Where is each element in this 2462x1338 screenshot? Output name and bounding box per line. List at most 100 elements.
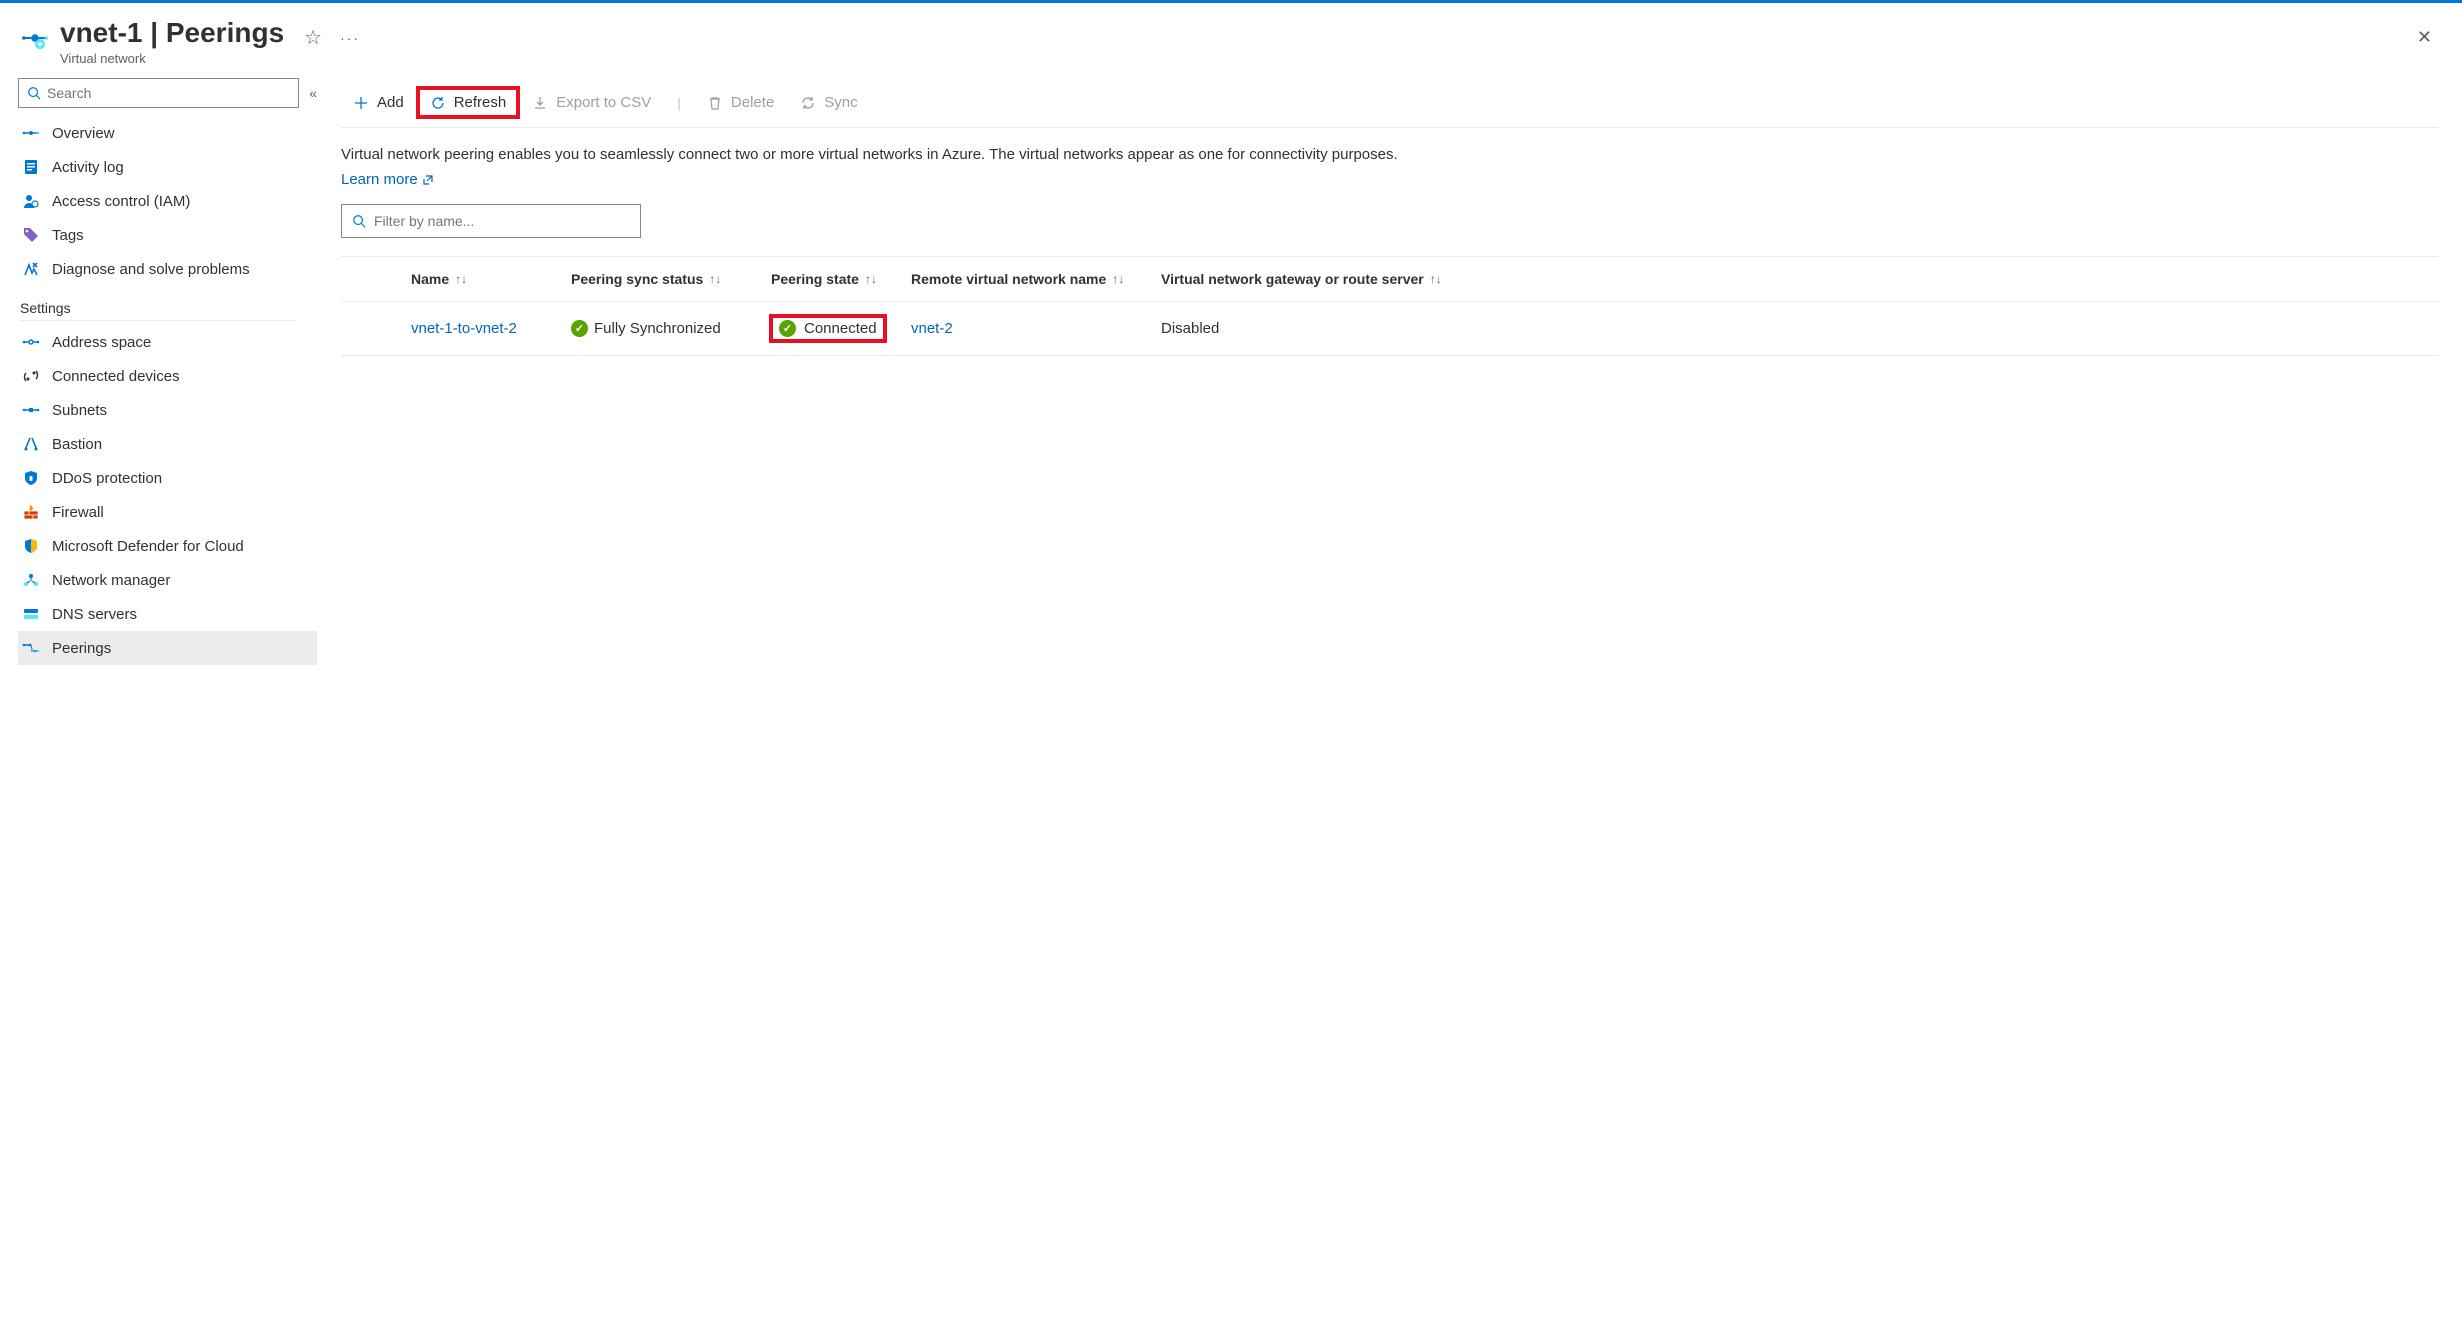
peering-name-link[interactable]: vnet-1-to-vnet-2: [411, 320, 517, 337]
sidebar-item-overview[interactable]: Overview: [18, 116, 317, 150]
check-icon: ✓: [779, 320, 796, 337]
sort-icon: ↑↓: [865, 272, 877, 286]
sidebar-item-label: Bastion: [52, 436, 102, 453]
table-header: Name↑↓ Peering sync status↑↓ Peering sta…: [341, 256, 2438, 302]
add-button[interactable]: Add: [341, 88, 416, 117]
sync-button[interactable]: Sync: [788, 88, 869, 117]
delete-button[interactable]: Delete: [695, 88, 786, 117]
peerings-table: Name↑↓ Peering sync status↑↓ Peering sta…: [341, 256, 2438, 356]
sidebar: « Overview Activity log Access control (…: [0, 78, 317, 1338]
sidebar-item-diagnose[interactable]: Diagnose and solve problems: [18, 252, 317, 286]
sidebar-item-dns[interactable]: DNS servers: [18, 597, 317, 631]
toolbar-separator: |: [677, 95, 681, 111]
download-icon: [532, 95, 548, 111]
trash-icon: [707, 95, 723, 111]
remote-vnet-link[interactable]: vnet-2: [911, 320, 953, 337]
sidebar-item-label: Subnets: [52, 402, 107, 419]
plus-icon: [353, 95, 369, 111]
col-sync[interactable]: Peering sync status↑↓: [571, 271, 771, 287]
collapse-sidebar-icon[interactable]: «: [309, 85, 317, 101]
sidebar-item-label: Connected devices: [52, 368, 180, 385]
export-label: Export to CSV: [556, 94, 651, 111]
page-header: vnet-1 | Peerings Virtual network ☆ ··· …: [0, 3, 2462, 78]
sidebar-item-address-space[interactable]: Address space: [18, 325, 317, 359]
learn-more-link[interactable]: Learn more: [341, 171, 2438, 188]
address-space-icon: [22, 333, 40, 351]
sidebar-item-access-control[interactable]: Access control (IAM): [18, 184, 317, 218]
sort-icon: ↑↓: [1430, 272, 1442, 286]
more-icon[interactable]: ···: [340, 30, 360, 46]
sync-status-cell: ✓ Fully Synchronized: [571, 320, 771, 337]
toolbar: Add Refresh Export to CSV | Delete S: [341, 78, 2438, 128]
delete-label: Delete: [731, 94, 774, 111]
filter-box[interactable]: [341, 204, 641, 238]
ddos-icon: [22, 469, 40, 487]
sidebar-item-label: Firewall: [52, 504, 104, 521]
sidebar-item-defender[interactable]: Microsoft Defender for Cloud: [18, 529, 317, 563]
main-content: Add Refresh Export to CSV | Delete S: [317, 78, 2462, 1338]
check-icon: ✓: [571, 320, 588, 337]
sidebar-item-tags[interactable]: Tags: [18, 218, 317, 252]
sidebar-item-activity-log[interactable]: Activity log: [18, 150, 317, 184]
sidebar-item-label: Microsoft Defender for Cloud: [52, 538, 244, 555]
sidebar-search-input[interactable]: [47, 85, 290, 101]
defender-icon: [22, 537, 40, 555]
sidebar-item-label: Peerings: [52, 640, 111, 657]
sidebar-item-label: DNS servers: [52, 606, 137, 623]
sidebar-item-firewall[interactable]: Firewall: [18, 495, 317, 529]
col-gateway[interactable]: Virtual network gateway or route server↑…: [1161, 271, 1461, 287]
page-title: vnet-1 | Peerings: [60, 17, 284, 49]
sidebar-item-subnets[interactable]: Subnets: [18, 393, 317, 427]
description-text: Virtual network peering enables you to s…: [341, 144, 2438, 165]
sidebar-item-label: Diagnose and solve problems: [52, 261, 250, 278]
sidebar-item-label: Access control (IAM): [52, 193, 190, 210]
table-row[interactable]: vnet-1-to-vnet-2 ✓ Fully Synchronized ✓ …: [341, 302, 2438, 356]
col-state[interactable]: Peering state↑↓: [771, 271, 911, 287]
vnet-small-icon: [22, 124, 40, 142]
sort-icon: ↑↓: [455, 272, 467, 286]
access-control-icon: [22, 192, 40, 210]
tags-icon: [22, 226, 40, 244]
gateway-cell: Disabled: [1161, 320, 1219, 337]
peering-state-cell: ✓ Connected: [771, 316, 885, 341]
sidebar-item-ddos[interactable]: DDoS protection: [18, 461, 317, 495]
sidebar-item-bastion[interactable]: Bastion: [18, 427, 317, 461]
sidebar-item-label: Network manager: [52, 572, 170, 589]
page-subtitle: Virtual network: [60, 51, 284, 66]
filter-input[interactable]: [374, 213, 630, 229]
sidebar-item-peerings[interactable]: Peerings: [18, 631, 317, 665]
refresh-button[interactable]: Refresh: [418, 88, 519, 117]
sidebar-item-label: Activity log: [52, 159, 124, 176]
diagnose-icon: [22, 260, 40, 278]
sidebar-item-network-manager[interactable]: Network manager: [18, 563, 317, 597]
firewall-icon: [22, 503, 40, 521]
bastion-icon: [22, 435, 40, 453]
sidebar-search[interactable]: [18, 78, 299, 108]
export-button[interactable]: Export to CSV: [520, 88, 663, 117]
network-manager-icon: [22, 571, 40, 589]
sort-icon: ↑↓: [1112, 272, 1124, 286]
sidebar-item-label: Overview: [52, 125, 115, 142]
sidebar-item-label: Address space: [52, 334, 151, 351]
sync-label: Sync: [824, 94, 857, 111]
col-remote[interactable]: Remote virtual network name↑↓: [911, 271, 1161, 287]
refresh-label: Refresh: [454, 94, 507, 111]
dns-icon: [22, 605, 40, 623]
refresh-icon: [430, 95, 446, 111]
subnets-icon: [22, 401, 40, 419]
connected-devices-icon: [22, 367, 40, 385]
favorite-star-icon[interactable]: ☆: [304, 25, 322, 50]
col-name[interactable]: Name↑↓: [411, 271, 571, 287]
sort-icon: ↑↓: [709, 272, 721, 286]
close-button[interactable]: ✕: [2407, 23, 2442, 52]
peerings-icon: [22, 639, 40, 657]
activity-log-icon: [22, 158, 40, 176]
sidebar-item-connected-devices[interactable]: Connected devices: [18, 359, 317, 393]
external-link-icon: [422, 174, 434, 186]
vnet-icon: [20, 23, 50, 53]
sidebar-item-label: Tags: [52, 227, 84, 244]
sync-icon: [800, 95, 816, 111]
add-label: Add: [377, 94, 404, 111]
search-icon: [352, 214, 366, 228]
sidebar-item-label: DDoS protection: [52, 470, 162, 487]
